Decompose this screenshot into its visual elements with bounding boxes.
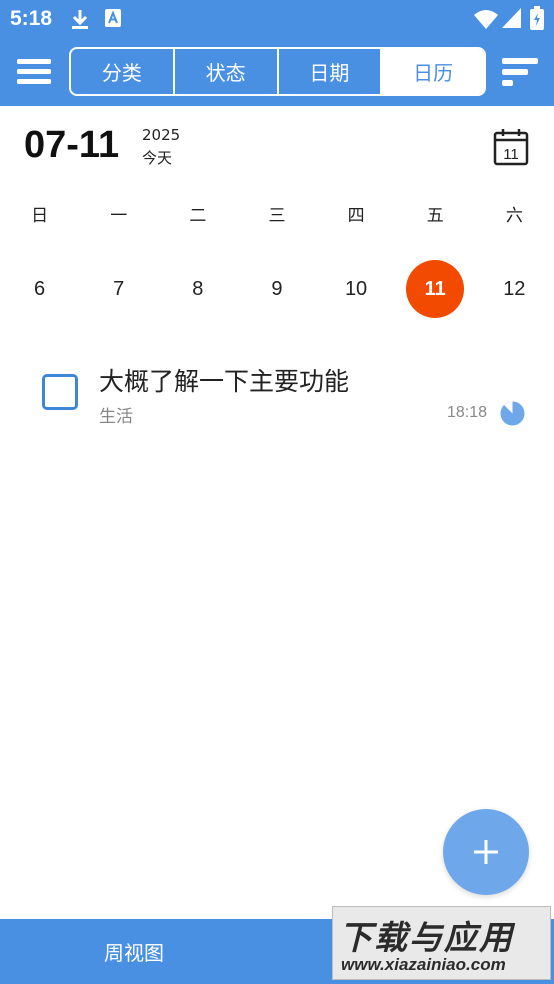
calendar-icon[interactable]: 11 [493,128,529,166]
day-number: 7 [113,277,125,300]
day-cell[interactable]: 6 [0,259,79,319]
menu-icon[interactable] [16,56,52,88]
task-time: 18:18 [447,404,488,421]
day-cell[interactable]: 10 [317,259,396,319]
date-header: 07-11 2025 今天 11 [0,106,554,190]
status-bar: 5:18 [0,0,554,38]
week-days-row: 6 7 8 9 10 11 12 [0,259,554,319]
day-cell-selected[interactable]: 11 [396,259,475,319]
weekday-label: 四 [347,206,365,226]
day-cell[interactable]: 12 [475,259,554,319]
tab-date[interactable]: 日期 [279,49,383,94]
day-cell[interactable]: 9 [237,259,316,319]
current-year: 2025 [142,126,181,144]
task-category: 生活 [99,407,133,427]
battery-icon [530,6,544,30]
watermark-title: 下载与应用 [339,918,514,957]
task-item[interactable]: 大概了解一下主要功能 生活 18:18 [0,350,554,440]
tab-calendar[interactable]: 日历 [382,49,484,94]
weekday-label: 三 [268,206,286,226]
day-number: 6 [34,277,46,300]
task-title: 大概了解一下主要功能 [99,367,350,396]
day-cell[interactable]: 7 [79,259,158,319]
download-icon [72,10,88,29]
plus-icon [474,840,498,864]
watermark: 下载与应用 www.xiazainiao.com [332,906,551,980]
weekday-label: 六 [505,206,523,226]
task-checkbox[interactable] [42,374,78,410]
weekday-label: 日 [31,206,49,226]
today-label: 今天 [142,149,173,167]
day-number: 8 [192,277,204,300]
calendar-icon-day: 11 [503,146,519,163]
signal-icon [502,8,521,28]
sort-icon[interactable] [500,55,540,89]
day-cell[interactable]: 8 [158,259,237,319]
progress-pie-icon [500,401,525,426]
tab-status[interactable]: 状态 [175,49,279,94]
weekday-row: 日 一 二 三 四 五 六 [0,196,554,236]
weekday-label: 一 [110,206,128,226]
font-a-icon [105,9,121,27]
tab-category[interactable]: 分类 [71,49,175,94]
weekday-label: 五 [426,206,444,226]
watermark-url: www.xiazainiao.com [341,955,506,974]
add-task-button[interactable] [443,809,529,895]
day-number: 10 [344,277,368,300]
app-bar: 分类 状态 日期 日历 [0,38,554,106]
day-number: 12 [503,277,526,300]
wifi-icon [474,10,498,29]
weekday-label: 二 [189,206,207,226]
current-date: 07-11 [24,124,120,166]
status-time: 5:18 [10,7,53,30]
day-number: 9 [271,277,283,300]
view-tabs: 分类 状态 日期 日历 [69,47,486,96]
day-number: 11 [406,260,465,318]
week-view-tab[interactable]: 周视图 [104,937,164,966]
